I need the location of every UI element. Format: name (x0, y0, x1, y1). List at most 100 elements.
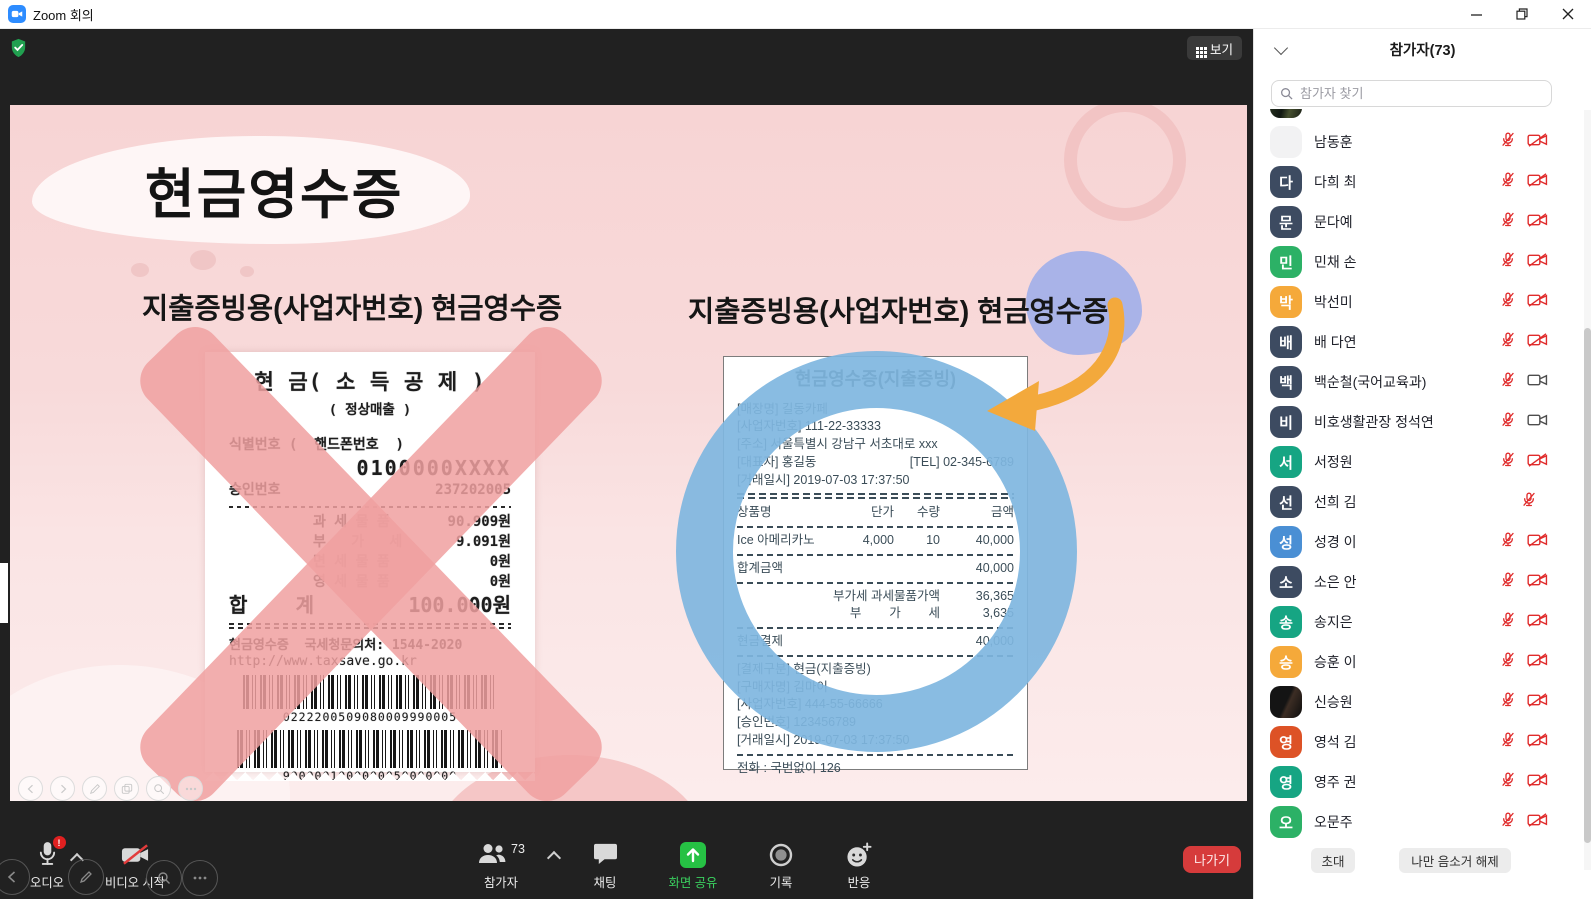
video-status-icon (1527, 692, 1548, 713)
participant-row[interactable]: 송 송지은 (1254, 602, 1584, 642)
participant-row[interactable]: 문 문다예 (1254, 202, 1584, 242)
reactions-icon (845, 842, 873, 868)
avatar: 비 (1270, 406, 1302, 438)
participant-row[interactable] (1254, 109, 1584, 122)
mic-muted-icon (1500, 411, 1516, 433)
participant-row[interactable]: 민 민채 손 (1254, 242, 1584, 282)
annotate-zoom-icon[interactable] (146, 860, 182, 896)
annotate-pen-icon[interactable] (68, 859, 104, 895)
record-label: 기록 (770, 873, 793, 891)
participant-row[interactable]: 백 백순철(국어교육과) (1254, 362, 1584, 402)
participants-button[interactable]: 73 참가자 (477, 842, 525, 891)
invite-button[interactable]: 초대 (1311, 848, 1355, 873)
participant-search-input[interactable] (1271, 80, 1552, 107)
tax-value: 0원 (490, 572, 511, 592)
avatar: 성 (1270, 526, 1302, 558)
participant-row[interactable]: 배 배 다연 (1254, 322, 1584, 362)
avatar (1270, 126, 1302, 158)
mic-muted-icon (1500, 451, 1516, 473)
leave-button[interactable]: 나가기 (1183, 846, 1241, 873)
security-shield-icon[interactable] (10, 38, 27, 63)
zoom-icon[interactable] (146, 776, 171, 801)
avatar: 송 (1270, 606, 1302, 638)
restore-icon[interactable] (1499, 0, 1545, 28)
decor-ring (1064, 105, 1186, 221)
window-titlebar: Zoom 회의 (0, 0, 1591, 29)
avatar-initial: 비 (1279, 412, 1293, 433)
reactions-button[interactable]: 반응 (839, 842, 879, 891)
video-status-icon (1527, 412, 1548, 433)
avatar: 영 (1270, 766, 1302, 798)
participant-row[interactable]: 신승원 (1254, 682, 1584, 722)
mic-muted-icon (1500, 291, 1516, 313)
avatar: 승 (1270, 646, 1302, 678)
participant-name: 비호생활관장 정석연 (1314, 412, 1434, 432)
participant-row[interactable]: 남동훈 (1254, 122, 1584, 162)
mic-muted-icon (1500, 691, 1516, 713)
avatar-initial: 승 (1279, 652, 1293, 673)
video-status-icon (1527, 572, 1548, 593)
video-status-icon (1527, 612, 1548, 633)
participant-row[interactable]: 다 다희 최 (1254, 162, 1584, 202)
mic-muted-icon (1521, 491, 1537, 513)
unmute-self-button[interactable]: 나만 음소거 해제 (1399, 848, 1511, 873)
participant-name: 박선미 (1314, 292, 1353, 312)
video-status-icon (1527, 292, 1548, 313)
avatar: 백 (1270, 366, 1302, 398)
participant-row[interactable]: 성 성경 이 (1254, 522, 1584, 562)
receipt-title: 현 금( 소 득 공 제 ) (229, 366, 511, 396)
participant-name: 서정원 (1314, 452, 1353, 472)
close-icon[interactable] (1545, 0, 1591, 28)
participant-row[interactable]: 비 비호생활관장 정석연 (1254, 402, 1584, 442)
prev-slide-icon[interactable] (18, 776, 43, 801)
avatar: 문 (1270, 206, 1302, 238)
edge-sliver (0, 563, 8, 623)
participant-row[interactable]: 승 승훈 이 (1254, 642, 1584, 682)
mic-muted-icon (1500, 251, 1516, 273)
more-icon[interactable] (178, 776, 203, 801)
slide-controls (18, 776, 203, 801)
participants-count: 73 (511, 842, 525, 856)
participants-icon (477, 842, 507, 865)
participant-row[interactable]: 서 서정원 (1254, 442, 1584, 482)
participants-caret-icon[interactable] (547, 851, 561, 865)
view-button[interactable]: 보기 (1187, 36, 1242, 60)
avatar-initial: 성 (1279, 532, 1293, 553)
avatar-initial: 민 (1279, 252, 1293, 273)
mic-muted-icon (1500, 171, 1516, 193)
participant-row[interactable]: 소 소은 안 (1254, 562, 1584, 602)
participant-name: 송지은 (1314, 612, 1353, 632)
participant-row[interactable]: 영 영주 권 (1254, 762, 1584, 802)
share-screen-button[interactable]: 화면 공유 (662, 842, 724, 891)
participants-panel-title: 참가자(73) (1254, 39, 1591, 60)
participant-name: 영주 권 (1314, 772, 1357, 792)
participant-row[interactable]: 선 선희 김 (1254, 482, 1584, 522)
phone-line: 전화 : 국번없이 126 (737, 760, 1014, 778)
scrollbar-thumb[interactable] (1584, 328, 1591, 843)
participant-row[interactable]: 박 박선미 (1254, 282, 1584, 322)
video-status-icon (1527, 252, 1548, 273)
participant-row[interactable]: 오 오문주 (1254, 802, 1584, 842)
pen-icon[interactable] (82, 776, 107, 801)
record-button[interactable]: 기록 (761, 842, 801, 891)
participant-row[interactable]: 영 영석 김 (1254, 722, 1584, 762)
next-slide-icon[interactable] (50, 776, 75, 801)
view-button-label: 보기 (1210, 39, 1233, 58)
slides-icon[interactable] (114, 776, 139, 801)
avatar: 소 (1270, 566, 1302, 598)
mic-muted-icon (1500, 331, 1516, 353)
participant-list: 남동훈 다 다희 최 (1254, 109, 1584, 845)
participant-name: 선희 김 (1314, 492, 1357, 512)
audio-alert-badge: ! (53, 836, 66, 849)
minimize-icon[interactable] (1453, 0, 1499, 28)
avatar: 서 (1270, 446, 1302, 478)
chat-label: 채팅 (594, 873, 617, 891)
mic-muted-icon (1500, 109, 1516, 113)
chat-button[interactable]: 채팅 (585, 842, 625, 891)
participant-name: 민채 손 (1314, 252, 1357, 272)
slide-title: 현금영수증 (145, 150, 403, 229)
video-off-icon (121, 843, 150, 869)
audio-button[interactable]: ! 오디오 (22, 840, 72, 891)
video-status-icon (1527, 172, 1548, 193)
annotate-more-icon[interactable] (182, 860, 218, 896)
